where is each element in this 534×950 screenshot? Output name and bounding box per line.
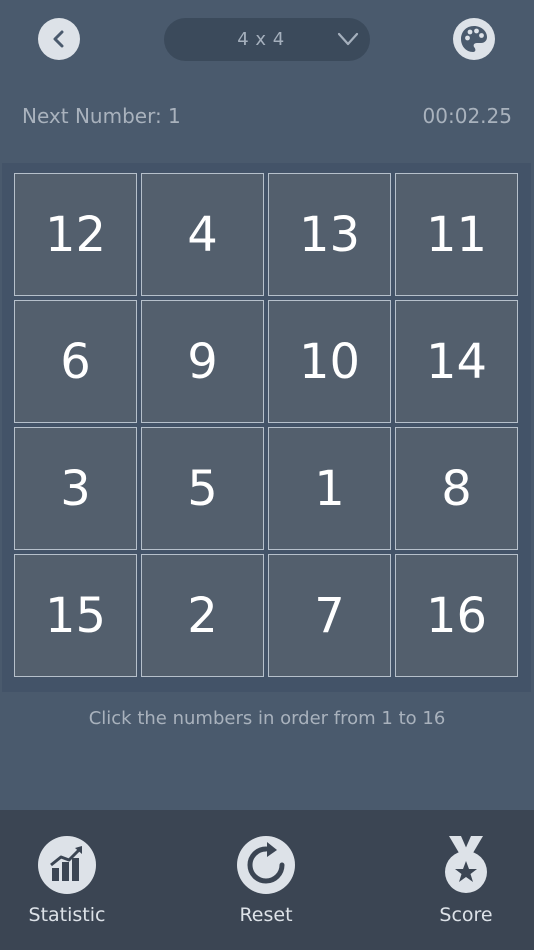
number-cell[interactable]: 11 — [395, 173, 518, 296]
number-cell[interactable]: 7 — [268, 554, 391, 677]
number-cell[interactable]: 1 — [268, 427, 391, 550]
palette-icon — [461, 26, 487, 52]
theme-button[interactable] — [453, 18, 495, 60]
timer: 00:02.25 — [422, 104, 512, 128]
back-button[interactable] — [38, 18, 80, 60]
number-cell[interactable]: 15 — [14, 554, 137, 677]
number-cell[interactable]: 6 — [14, 300, 137, 423]
number-cell[interactable]: 5 — [141, 427, 264, 550]
statistic-tab[interactable]: Statistic — [0, 810, 137, 950]
chevron-down-icon — [337, 32, 359, 46]
reset-tab[interactable]: Reset — [196, 810, 336, 950]
reset-icon — [237, 836, 295, 894]
number-cell[interactable]: 9 — [141, 300, 264, 423]
score-tab-label: Score — [439, 904, 493, 926]
statistic-tab-label: Statistic — [28, 904, 106, 926]
number-grid: 12 4 13 11 6 9 10 14 3 5 1 8 15 2 7 16 — [2, 163, 531, 692]
statistic-chart-icon — [38, 836, 96, 894]
medal-star-icon — [445, 836, 487, 893]
instruction-text: Click the numbers in order from 1 to 16 — [88, 708, 446, 729]
number-cell[interactable]: 16 — [395, 554, 518, 677]
number-cell[interactable]: 3 — [14, 427, 137, 550]
reset-tab-label: Reset — [239, 904, 293, 926]
number-cell[interactable]: 12 — [14, 173, 137, 296]
grid-size-dropdown[interactable]: 4 x 4 — [164, 18, 370, 61]
grid-size-value: 4 x 4 — [237, 29, 285, 50]
score-tab[interactable]: Score — [396, 810, 534, 950]
number-cell[interactable]: 14 — [395, 300, 518, 423]
number-cell[interactable]: 13 — [268, 173, 391, 296]
chevron-left-icon — [53, 30, 64, 48]
number-cell[interactable]: 2 — [141, 554, 264, 677]
number-cell[interactable]: 8 — [395, 427, 518, 550]
next-number-label: Next Number: 1 — [22, 104, 181, 128]
bottom-tab-bar: Statistic Reset Score — [0, 810, 534, 950]
number-cell[interactable]: 10 — [268, 300, 391, 423]
number-cell[interactable]: 4 — [141, 173, 264, 296]
